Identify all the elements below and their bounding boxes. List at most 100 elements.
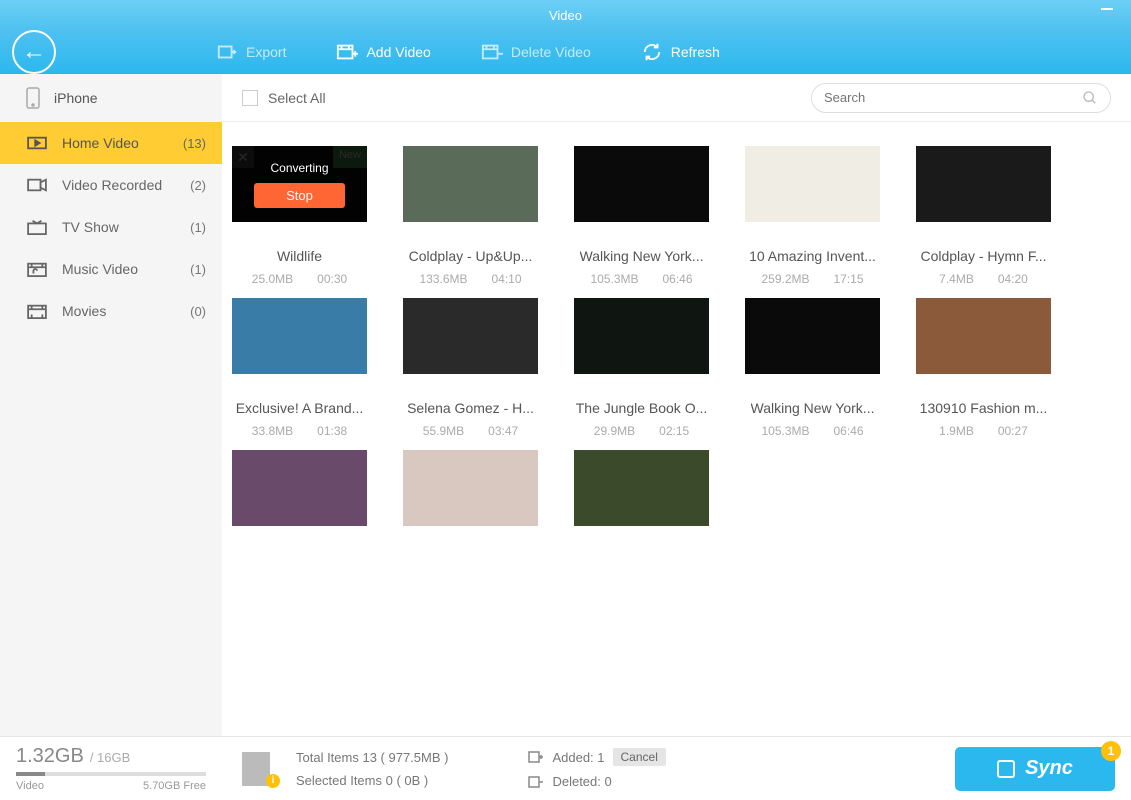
info-icon[interactable]: i <box>242 752 276 786</box>
video-thumbnail <box>745 298 880 374</box>
video-card[interactable]: 130910 Fashion m...1.9MB00:27 <box>916 298 1051 438</box>
video-thumbnail <box>574 298 709 374</box>
video-title: 10 Amazing Invent... <box>749 248 876 264</box>
add-video-button[interactable]: Add Video <box>336 41 430 63</box>
sidebar-item-label: Movies <box>62 303 106 319</box>
export-label: Export <box>246 44 286 60</box>
search-box[interactable] <box>811 83 1111 113</box>
storage-used: 1.32GB <box>16 745 84 768</box>
video-size: 1.9MB <box>939 424 974 438</box>
video-size: 105.3MB <box>761 424 809 438</box>
video-size: 133.6MB <box>419 272 467 286</box>
sidebar-item-label: Music Video <box>62 261 138 277</box>
delete-video-icon <box>481 41 503 63</box>
stats: Total Items 13 ( 977.5MB ) Selected Item… <box>296 750 448 788</box>
video-meta: 133.6MB 04:10 <box>419 272 521 286</box>
toolbar: ← Export Add Video Delete Video Refresh <box>0 30 1131 74</box>
video-thumbnail <box>745 146 880 222</box>
export-button[interactable]: Export <box>216 41 286 63</box>
video-meta: 7.4MB04:20 <box>939 272 1028 286</box>
search-input[interactable] <box>824 90 1082 105</box>
sidebar-item-music-video[interactable]: Music Video (1) <box>0 248 222 290</box>
device-label: iPhone <box>54 90 98 106</box>
video-title: Wildlife <box>277 248 322 264</box>
video-card[interactable]: Walking New York... 105.3MB06:46 <box>745 298 880 438</box>
video-card[interactable] <box>574 450 709 560</box>
minimize-button[interactable] <box>1101 8 1113 10</box>
select-all-checkbox[interactable] <box>242 90 258 106</box>
video-card[interactable]: 10 Amazing Invent... 259.2MB17:15 <box>745 146 880 286</box>
sync-button[interactable]: Sync 1 <box>955 747 1115 791</box>
sidebar-item-video-recorded[interactable]: Video Recorded (2) <box>0 164 222 206</box>
video-duration: 04:10 <box>492 272 522 286</box>
video-meta: 105.3MB06:46 <box>590 272 692 286</box>
converting-label: Converting <box>270 161 328 175</box>
video-thumbnail <box>574 450 709 526</box>
video-size: 29.9MB <box>594 424 635 438</box>
video-thumbnail: ✕NewConvertingStop <box>232 146 367 222</box>
video-duration: 03:47 <box>488 424 518 438</box>
total-items: Total Items 13 ( 977.5MB ) <box>296 750 448 765</box>
add-video-label: Add Video <box>366 44 430 60</box>
video-size: 25.0MB <box>252 272 293 286</box>
video-meta: 105.3MB06:46 <box>761 424 863 438</box>
add-video-icon <box>336 41 358 63</box>
header-row: Select All <box>222 74 1131 122</box>
sidebar-item-home-video[interactable]: Home Video(13) <box>0 122 222 164</box>
video-duration: 02:15 <box>659 424 689 438</box>
sidebar-item-label: Video Recorded <box>62 177 162 193</box>
selected-items: Selected Items 0 ( 0B ) <box>296 773 448 788</box>
refresh-button[interactable]: Refresh <box>641 41 720 63</box>
video-duration: 00:30 <box>317 272 347 286</box>
video-thumbnail <box>916 146 1051 222</box>
sidebar-item-count: (13) <box>183 136 206 151</box>
device-row[interactable]: iPhone <box>0 74 222 122</box>
sidebar-item-label: TV Show <box>62 219 119 235</box>
video-title: Walking New York... <box>751 400 875 416</box>
video-thumbnail <box>916 298 1051 374</box>
video-size: 105.3MB <box>590 272 638 286</box>
main-panel: Select All ✕NewConvertingStopWildlife25.… <box>222 74 1131 736</box>
stop-button[interactable]: Stop <box>254 183 345 208</box>
sidebar-item-movies[interactable]: Movies (0) <box>0 290 222 332</box>
sidebar-item-count: (2) <box>190 178 206 193</box>
sidebar-item-count: (0) <box>190 304 206 319</box>
video-meta: 33.8MB01:38 <box>252 424 347 438</box>
video-card[interactable]: Walking New York... 105.3MB06:46 <box>574 146 709 286</box>
video-card[interactable]: The Jungle Book O...29.9MB02:15 <box>574 298 709 438</box>
sidebar: iPhone Home Video(13) Video Recorded (2) TV… <box>0 74 222 736</box>
video-card[interactable]: ✕NewConvertingStopWildlife25.0MB00:30 <box>232 146 367 286</box>
storage-total: / 16GB <box>90 750 130 765</box>
video-meta: 1.9MB00:27 <box>939 424 1028 438</box>
sync-label: Sync <box>1025 757 1073 780</box>
refresh-label: Refresh <box>671 44 720 60</box>
back-button[interactable]: ← <box>12 30 56 74</box>
video-duration: 01:38 <box>317 424 347 438</box>
back-arrow-icon: ← <box>22 38 46 66</box>
storage-info: 1.32GB / 16GB Video 5.70GB Free <box>16 745 222 792</box>
sync-icon <box>997 760 1015 778</box>
sidebar-item-count: (1) <box>190 262 206 277</box>
video-card[interactable]: Exclusive! A Brand...33.8MB01:38 <box>232 298 367 438</box>
video-card[interactable]: Coldplay - Hymn F... 7.4MB04:20 <box>916 146 1051 286</box>
video-thumbnail <box>574 146 709 222</box>
change-stats: Added: 1 Cancel Deleted: 0 <box>528 748 665 789</box>
video-meta: 259.2MB17:15 <box>761 272 863 286</box>
video-thumbnail <box>403 146 538 222</box>
search-icon <box>1082 90 1098 106</box>
sidebar-item-tv-show[interactable]: TV Show(1) <box>0 206 222 248</box>
video-card[interactable] <box>232 450 367 560</box>
delete-video-button[interactable]: Delete Video <box>481 41 591 63</box>
video-title: Coldplay - Hymn F... <box>920 248 1046 264</box>
video-title: Walking New York... <box>580 248 704 264</box>
video-card[interactable]: Selena Gomez - H...55.9MB03:47 <box>403 298 538 438</box>
cancel-button[interactable]: Cancel <box>613 748 666 766</box>
video-card[interactable]: Coldplay - Up&Up...133.6MB04:10 <box>403 146 538 286</box>
sync-badge: 1 <box>1101 741 1121 761</box>
video-thumbnail <box>403 450 538 526</box>
window-title: Video <box>549 8 582 23</box>
video-card[interactable] <box>403 450 538 560</box>
titlebar: Video <box>0 0 1131 30</box>
video-meta: 55.9MB03:47 <box>423 424 518 438</box>
export-icon <box>216 41 238 63</box>
